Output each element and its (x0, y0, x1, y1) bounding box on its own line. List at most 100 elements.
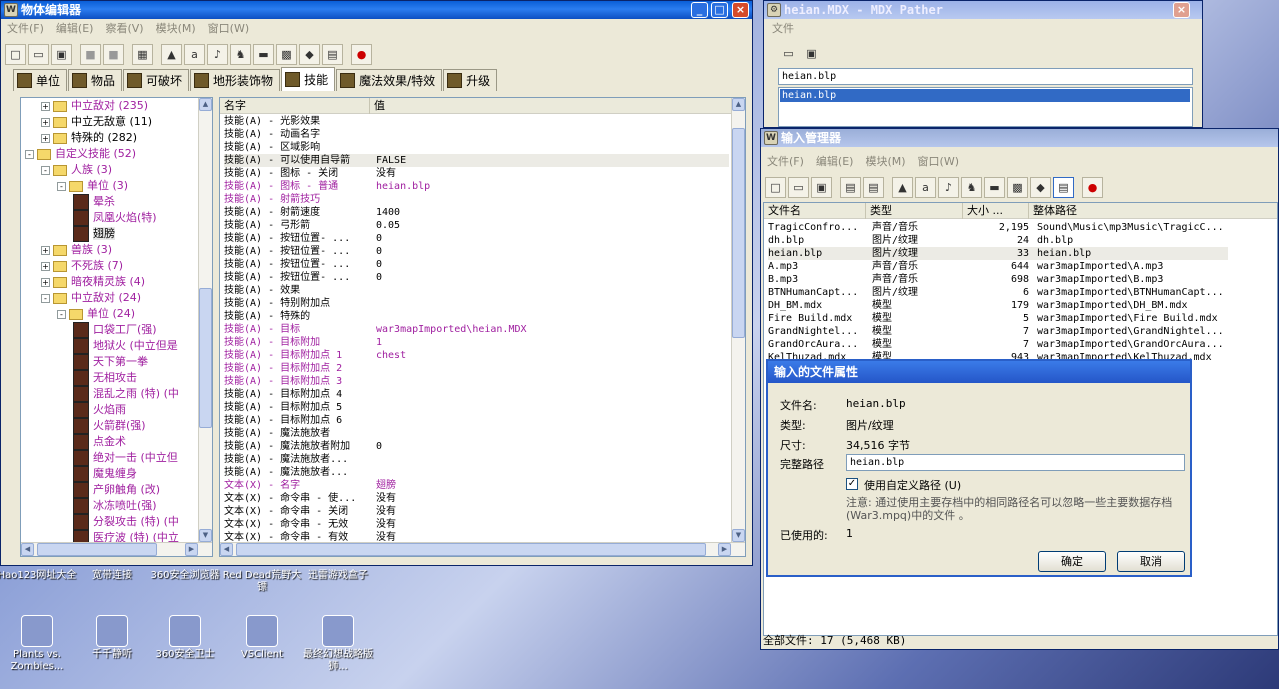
tab-5[interactable]: 魔法效果/特效 (336, 69, 443, 91)
open-icon[interactable]: ▭ (788, 176, 809, 198)
property-row[interactable]: 技能(A) - 目标附加点 6 (224, 414, 729, 427)
menu-item[interactable]: 文件(F) (7, 20, 44, 38)
save-icon[interactable]: ▣ (801, 43, 822, 64)
property-row[interactable]: 技能(A) - 按钮位置- ... 0 (224, 258, 729, 271)
column-name-header[interactable]: 名字 (220, 98, 370, 114)
collapse-icon[interactable]: - (41, 165, 50, 175)
expand-icon[interactable]: + (41, 245, 50, 255)
property-row[interactable]: 文本(X) - 命令串 - 关闭 没有 (224, 505, 729, 518)
menu-file[interactable]: 文件 (772, 20, 794, 38)
menu-item[interactable]: 模块(M) (156, 20, 196, 38)
property-row[interactable]: 技能(A) - 魔法施放者附加 0 (224, 440, 729, 453)
sound-editor-icon[interactable]: ♪ (938, 176, 959, 198)
file-row[interactable]: Fire Build.mdx 模型 5 war3mapImported\Fire Bu… (768, 312, 1228, 325)
expand-icon[interactable]: + (41, 261, 50, 271)
desktop-icon[interactable]: 360安全浏览器 (145, 570, 225, 582)
file-row[interactable]: GrandOrcAura... 模型 7 war3mapImported\GrandO… (768, 338, 1228, 351)
scroll-down-icon[interactable]: ▼ (199, 529, 212, 542)
desktop-icon[interactable]: 最终幻想战略版狮... (298, 615, 378, 673)
tab-2[interactable]: 可破坏 (123, 69, 190, 91)
tree-item[interactable]: 产卵触角 (改) (73, 482, 160, 498)
tree-item[interactable]: - 人族 (3) (41, 162, 112, 178)
use-custom-path-label[interactable]: 使用自定义路径 (U) (864, 477, 961, 493)
menu-item[interactable]: 文件(F) (767, 153, 804, 171)
tab-0[interactable]: 单位 (13, 69, 68, 91)
property-vertical-scrollbar[interactable]: ▲ ▼ (731, 98, 745, 542)
expand-icon[interactable]: + (41, 277, 50, 287)
property-row[interactable]: 技能(A) - 目标附加点 5 (224, 401, 729, 414)
property-row[interactable]: 技能(A) - 目标附加点 4 (224, 388, 729, 401)
tree-horizontal-scrollbar[interactable]: ◀ ▶ (21, 542, 212, 556)
tree-item[interactable]: 分裂攻击 (特) (中 (73, 514, 179, 530)
tree-item[interactable]: - 单位 (3) (57, 178, 128, 194)
menu-item[interactable]: 模块(M) (865, 153, 905, 171)
tree-item[interactable]: - 中立敌对 (24) (41, 290, 141, 306)
text-icon[interactable]: a (915, 176, 936, 198)
import-manager-titlebar[interactable]: W 输入管理器 (761, 129, 1278, 147)
property-row[interactable]: 技能(A) - 目标 war3mapImported\heian.MDX (224, 323, 729, 336)
property-row[interactable]: 文本(X) - 命令串 - 使... 没有 (224, 492, 729, 505)
tab-3[interactable]: 地形装饰物 (190, 69, 281, 91)
tree-item[interactable]: + 兽族 (3) (41, 242, 112, 258)
tree-item[interactable]: 点金术 (73, 434, 126, 450)
tree-item[interactable]: 凤凰火焰(特) (73, 210, 157, 226)
tree-item[interactable]: - 自定义技能 (52) (25, 146, 136, 162)
dialog-titlebar[interactable]: 输入的文件属性 (768, 361, 1190, 383)
file-row[interactable]: A.mp3 声音/音乐 644 war3mapImported\A.mp3 (768, 260, 1228, 273)
expand-icon[interactable]: + (41, 133, 50, 143)
property-row[interactable]: 技能(A) - 效果 (224, 284, 729, 297)
save-icon[interactable]: ▣ (51, 43, 72, 65)
scroll-up-icon[interactable]: ▲ (199, 98, 212, 111)
tab-6[interactable]: 升级 (443, 69, 498, 91)
menu-item[interactable]: 察看(V) (105, 20, 143, 38)
object-editor-icon[interactable]: ♞ (961, 176, 982, 198)
test-run-icon[interactable]: ● (351, 43, 372, 65)
save-icon[interactable]: ▣ (811, 176, 832, 198)
property-row[interactable]: 技能(A) - 区域影响 (224, 141, 729, 154)
scroll-right-icon[interactable]: ▶ (718, 543, 731, 556)
desktop-icon[interactable]: 宽带连接 (72, 570, 152, 582)
tree-item[interactable]: 火箭群(强) (73, 418, 146, 434)
column-value-header[interactable]: 值 (370, 98, 730, 114)
property-row[interactable]: 技能(A) - 动画名字 (224, 128, 729, 141)
property-row[interactable]: 技能(A) - 特别附加点 (224, 297, 729, 310)
trigger-editor-icon[interactable]: ▲ (892, 176, 913, 198)
close-button[interactable]: × (1173, 2, 1190, 18)
file-row[interactable]: B.mp3 声音/音乐 698 war3mapImported\B.mp3 (768, 273, 1228, 286)
minimize-button[interactable]: _ (691, 2, 708, 18)
test-map-icon[interactable]: ▤ (322, 43, 343, 65)
tree-item[interactable]: 魔鬼缠身 (73, 466, 137, 482)
desktop-icon[interactable]: Red Dead荒野大镖 (222, 570, 302, 594)
open-icon[interactable]: ▭ (778, 43, 799, 64)
property-row[interactable]: 技能(A) - 按钮位置- ... 0 (224, 232, 729, 245)
property-row[interactable]: 技能(A) - 图标 - 普通 heian.blp (224, 180, 729, 193)
list-item[interactable]: heian.blp (780, 89, 1190, 102)
property-row[interactable]: 技能(A) - 特殊的 (224, 310, 729, 323)
scroll-right-icon[interactable]: ▶ (185, 543, 198, 556)
file-row[interactable]: DH_BM.mdx 模型 179 war3mapImported\DH_BM.mdx (768, 299, 1228, 312)
tab-1[interactable]: 物品 (68, 69, 123, 91)
collapse-icon[interactable]: - (57, 309, 66, 319)
campaign-editor-icon[interactable]: ▬ (253, 43, 274, 65)
menu-item[interactable]: 编辑(E) (56, 20, 94, 38)
import-file-icon[interactable]: ▤ (840, 176, 861, 198)
column-filename[interactable]: 文件名 (764, 203, 866, 219)
copy-icon[interactable]: ■ (103, 43, 124, 65)
tree-item[interactable]: 混乱之雨 (特) (中 (73, 386, 179, 402)
test-run-icon[interactable]: ● (1082, 176, 1103, 198)
menu-item[interactable]: 窗口(W) (208, 20, 249, 38)
tree-item[interactable]: + 中立无敌意 (11) (41, 114, 152, 130)
cut-icon[interactable]: ■ (80, 43, 101, 65)
column-type[interactable]: 类型 (866, 203, 963, 219)
property-row[interactable]: 技能(A) - 弓形箭 0.05 (224, 219, 729, 232)
test-map-icon[interactable]: ▤ (1053, 176, 1074, 198)
tab-4[interactable]: 技能 (281, 67, 336, 91)
tree-item[interactable]: 绝对一击 (中立但 (73, 450, 178, 466)
text-icon[interactable]: a (184, 43, 205, 65)
ok-button[interactable]: 确定 (1038, 551, 1106, 572)
desktop-icon[interactable]: 迅雷游戏盒子 (298, 570, 378, 582)
property-row[interactable]: 技能(A) - 魔法施放者... (224, 466, 729, 479)
property-row[interactable]: 文本(X) - 命令串 - 无效 没有 (224, 518, 729, 531)
expand-icon[interactable]: + (41, 117, 50, 127)
new-icon[interactable]: □ (765, 176, 786, 198)
